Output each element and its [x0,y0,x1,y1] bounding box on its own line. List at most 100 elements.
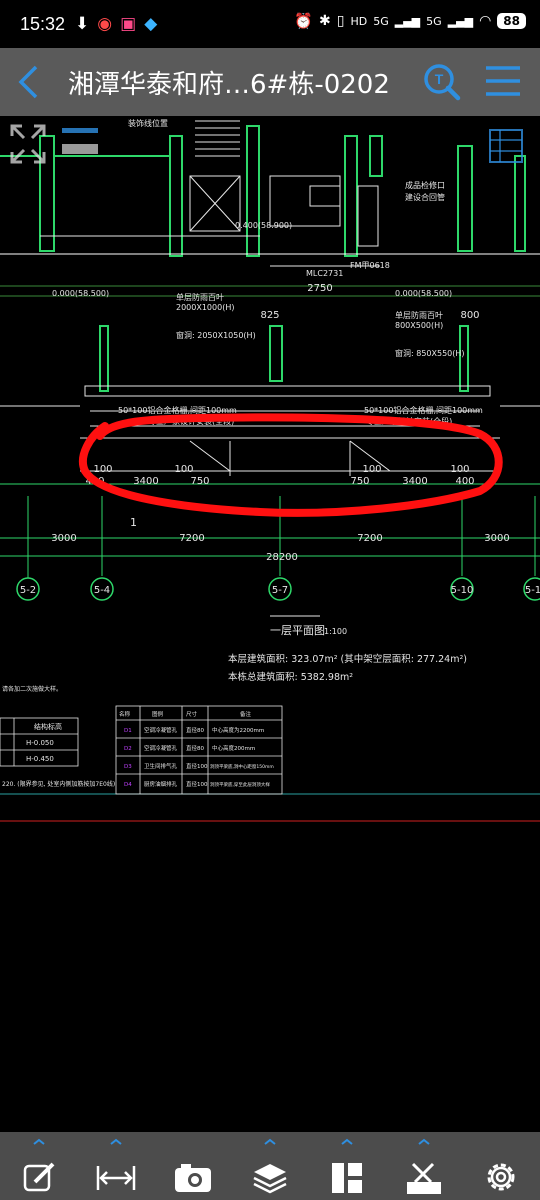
dim-text: 750 [190,476,209,487]
window-label: 单层防雨百叶 [176,292,224,302]
dim-text: 3000 [484,533,509,544]
measure-tool-button[interactable] [91,1136,141,1196]
chevron-up-icon [110,1138,122,1145]
axis-label: 5-1 [525,585,540,596]
dim-text: 400 [455,476,474,487]
level-label: 0.000(58.500) [52,289,109,298]
layers-icon [253,1164,287,1194]
layers-tool-button[interactable] [245,1136,295,1196]
status-bar: 15:32 ⬇ ◉ ▣ ◆ ⏰ ✱ ▯ HD 5G ▂▄▆ 5G ▂▄▆ ◠ 8… [0,0,540,48]
title-bar: 湘潭华泰和府…6#栋-0202 T [0,48,540,116]
grid-overlay-icon[interactable] [489,129,523,163]
cad-drawing-canvas[interactable]: 5-2 5-4 5-7 5-10 5-1 3000 7200 7200 3000… [0,116,540,1132]
plan-scale: 1:100 [324,627,347,636]
table-cell: H-0.450 [26,755,54,763]
toolbox-icon [407,1162,442,1194]
back-button[interactable] [0,64,56,100]
weibo-icon: ◉ [97,14,113,34]
legend-cell: 中心高度200mm [212,744,255,752]
stair-hatch [195,120,240,157]
zoom-indicator [62,128,98,133]
level-label: 0.400(58.900) [235,221,292,230]
dim-text: 750 [350,476,369,487]
axis-label: 5-7 [272,585,288,596]
hd-badge: HD [350,14,368,28]
status-time: 15:32 [20,13,66,34]
chevron-up-icon [418,1138,430,1145]
legend-code: D2 [124,746,132,752]
legend-head: 图例 [152,710,164,718]
qq-icon: ◆ [144,14,158,34]
axis-label: 5-4 [94,585,110,596]
grille-note: 50*100铝合金格栅,间距100mm [118,405,237,415]
legend-code: D4 [124,782,132,788]
gear-icon [487,1163,515,1191]
dim-825: 825 [260,310,279,321]
legend-cell: 中心高度为2200mm [212,726,264,734]
red-annotation-circle [79,413,503,517]
legend-head: 名称 [119,710,131,718]
layout-icon [332,1163,363,1193]
text-search-icon: T [424,64,461,101]
bottom-toolbar [0,1132,540,1200]
menu-button[interactable] [484,62,522,106]
app-icon: ▣ [120,14,137,34]
dim-total: 28200 [266,552,298,563]
dim-text: 3000 [51,533,76,544]
legend-cell: 直径100 [186,762,208,770]
left-note: 请各加二次施做大样。 [2,685,62,693]
chevron-up-icon [264,1138,276,1145]
window-size: 2000X1000(H) [176,303,234,312]
marker-1: 1 [130,516,137,529]
back-arrow-icon [18,65,38,99]
cad-label: 成品检修口 [405,180,445,190]
window-opening: 窗洞: 850X550(H) [395,348,465,358]
dim-text: 7200 [357,533,382,544]
edit-tool-button[interactable] [14,1136,64,1196]
cad-drawing: 5-2 5-4 5-7 5-10 5-1 3000 7200 7200 3000… [0,118,540,822]
menu-icon [486,66,520,96]
door-label: FM甲0618 [350,261,390,270]
dim-2750: 2750 [307,283,332,294]
zoom-indicator-bar [62,144,98,154]
legend-cell: 洞顶平梁底,洞中心距窗150mm [210,763,274,770]
settings-tool-button[interactable] [476,1136,526,1196]
area-line-2: 本栋总建筑面积: 5382.98m² [228,671,353,683]
legend-code: D3 [124,764,132,770]
axis-label: 5-10 [451,585,474,596]
dim-text: 100 [362,464,381,475]
signal-5g-2: 5G [426,14,442,28]
plan-title: 一层平面图 [270,624,325,637]
window-opening: 窗洞: 2050X1050(H) [176,330,256,340]
legend-cell: 卫生间排气孔 [144,762,178,770]
wifi-icon: ◠ [479,13,492,29]
level-label: 0.000(58.500) [395,289,452,298]
alarm-icon: ⏰ [294,12,314,30]
grille-note: 50*100铝合金格栅,间距100mm [364,405,483,415]
layout-tool-button[interactable] [322,1136,372,1196]
vibrate-icon: ▯ [336,13,345,29]
battery-indicator: 88 [497,13,526,29]
download-icon: ⬇ [75,14,90,34]
legend-cell: 直径80 [186,726,204,734]
camera-tool-button[interactable] [168,1136,218,1196]
mlc-label: MLC2731 [306,269,343,278]
camera-icon [174,1164,211,1192]
window-label: 单层防雨百叶 [395,310,443,320]
signal-icon-1: ▂▄▆ [394,14,421,28]
dim-800: 800 [460,310,479,321]
legend-cell: 空调冷凝管孔 [144,744,178,752]
dim-text: 100 [93,464,112,475]
bluetooth-icon: ✱ [319,13,331,29]
legend-head: 尺寸 [186,710,198,718]
legend-cell: 空调冷凝管孔 [144,726,178,734]
axis-label: 5-2 [20,585,36,596]
signal-5g-1: 5G [373,14,389,28]
legend-cell: 直径100 [186,780,208,788]
left-note-2: 220. (限界参见, 处室内侧加筋按加7E0线) [2,780,115,788]
toolbox-tool-button[interactable] [399,1136,449,1196]
document-title: 湘潭华泰和府…6#栋-0202 [68,69,390,100]
text-search-button[interactable]: T [422,62,462,106]
chevron-up-icon [341,1138,353,1145]
legend-cell: 直径80 [186,744,204,752]
